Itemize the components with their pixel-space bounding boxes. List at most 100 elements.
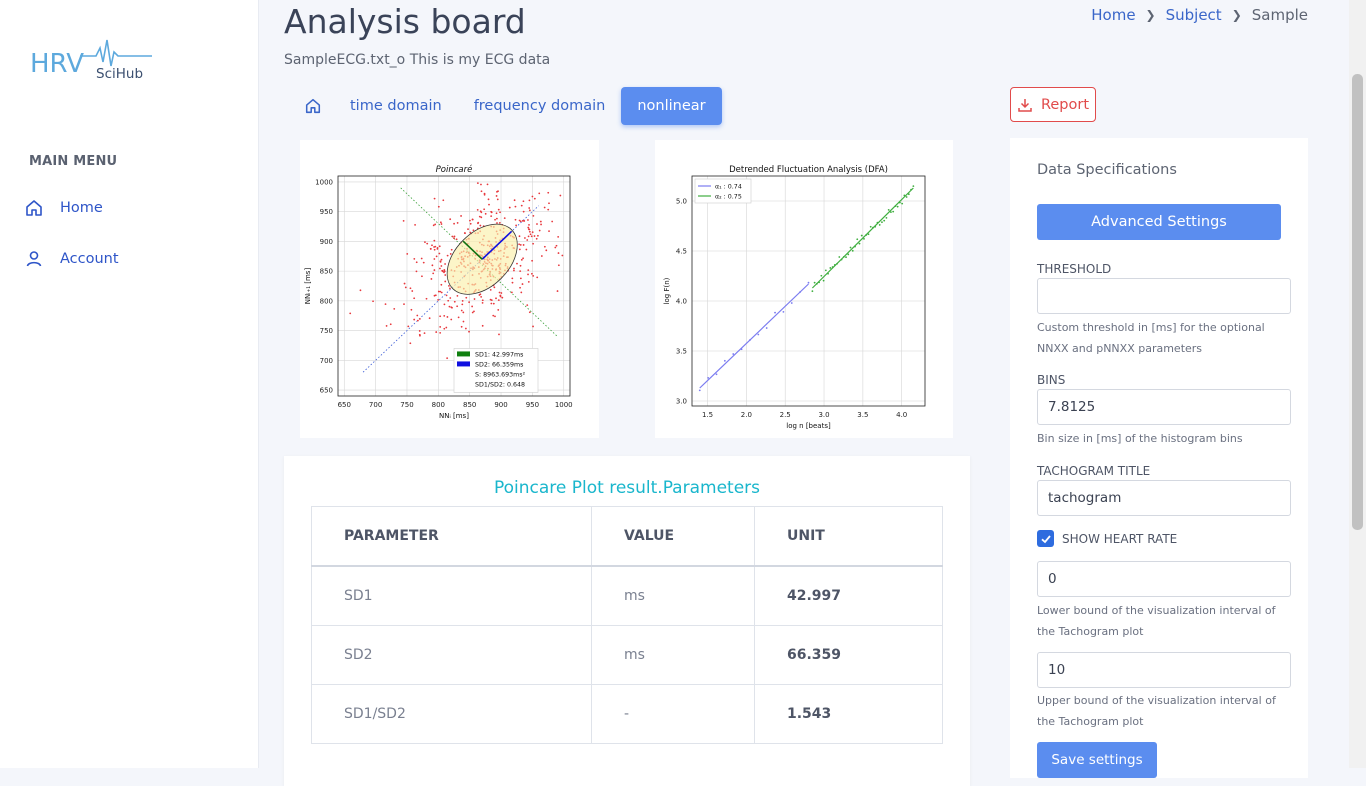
upper-bound-input[interactable] xyxy=(1037,652,1291,688)
tab-time-domain[interactable]: time domain xyxy=(334,87,458,125)
dfa-point xyxy=(901,202,904,205)
scrollbar-thumb[interactable] xyxy=(1352,74,1363,530)
scatter-point xyxy=(480,183,482,186)
scatter-point xyxy=(431,244,433,247)
dfa-point xyxy=(820,274,823,277)
header-unit: UNIT xyxy=(754,506,943,567)
scatter-point xyxy=(488,203,490,206)
breadcrumb-subject[interactable]: Subject xyxy=(1166,6,1222,24)
y-tick-label: 950 xyxy=(320,208,333,216)
x-axis-label: log n [beats] xyxy=(786,422,831,430)
scatter-point xyxy=(476,182,479,185)
scatter-point xyxy=(527,226,530,229)
scatter-point xyxy=(448,305,451,308)
dfa-point xyxy=(782,311,785,313)
scatter-point xyxy=(444,274,447,276)
scatter-point xyxy=(471,305,474,308)
dfa-point xyxy=(715,373,718,376)
scatter-point xyxy=(498,291,501,294)
scatter-point xyxy=(492,302,495,305)
x-tick-label: 2.0 xyxy=(741,411,752,419)
scatter-point xyxy=(527,280,530,283)
scatter-point xyxy=(536,223,538,225)
scatter-point xyxy=(499,295,502,298)
scatter-point xyxy=(503,217,506,219)
scatter-point xyxy=(447,299,450,302)
dfa-point xyxy=(790,302,793,304)
scatter-point xyxy=(520,291,523,294)
analysis-tabs: time domain frequency domain nonlinear xyxy=(292,87,722,125)
sidebar-item-label: Account xyxy=(60,251,119,267)
breadcrumb-home[interactable]: Home xyxy=(1091,6,1135,24)
scatter-point xyxy=(461,300,464,302)
scatter-point xyxy=(537,234,539,237)
tachogram-title-input[interactable] xyxy=(1037,480,1291,516)
save-settings-button[interactable]: Save settings xyxy=(1037,742,1157,778)
tab-home[interactable] xyxy=(292,87,334,125)
sidebar-item-account[interactable]: Account xyxy=(24,244,119,274)
scatter-point xyxy=(450,318,453,321)
show-heart-rate-checkbox[interactable] xyxy=(1037,530,1054,547)
dfa-point xyxy=(892,210,895,213)
threshold-input[interactable] xyxy=(1037,278,1291,314)
main-menu-title: MAIN MENU xyxy=(29,154,118,169)
scatter-point xyxy=(518,248,521,251)
x-tick-label: 1000 xyxy=(555,401,573,409)
scatter-point xyxy=(449,253,452,255)
scatter-point xyxy=(435,255,438,258)
scatter-point xyxy=(500,292,503,294)
dfa-point xyxy=(856,238,859,241)
scatter-point xyxy=(448,284,450,287)
scatter-point xyxy=(434,294,437,297)
advanced-settings-button[interactable]: Advanced Settings xyxy=(1037,204,1281,240)
scatter-point xyxy=(557,252,560,254)
scatter-point xyxy=(403,303,405,306)
legend-entry: S: 8963.693ms² xyxy=(475,371,526,378)
scatter-point xyxy=(439,267,441,270)
legend-swatch-sd1 xyxy=(457,351,470,357)
scatter-point xyxy=(514,205,517,208)
scatter-point xyxy=(450,248,453,251)
scatter-point xyxy=(540,223,542,226)
dfa-point xyxy=(896,205,899,208)
scatter-point xyxy=(468,301,470,304)
scatter-point xyxy=(385,325,388,327)
y-tick-label: 800 xyxy=(320,297,333,305)
scatter-point xyxy=(469,222,472,225)
tab-frequency-domain[interactable]: frequency domain xyxy=(458,87,622,125)
scatter-point xyxy=(481,301,484,304)
dfa-point xyxy=(858,242,861,245)
scatter-point xyxy=(442,270,444,273)
scatter-point xyxy=(416,314,419,317)
scatter-point xyxy=(372,300,374,303)
dfa-chart: Detrended Fluctuation Analysis (DFA) 1.5 2… xyxy=(663,165,926,430)
scatter-point xyxy=(548,230,550,232)
heartbeat-logo-icon xyxy=(80,39,152,67)
scatter-point xyxy=(521,283,524,285)
sidebar-item-home[interactable]: Home xyxy=(24,193,103,223)
scatter-point xyxy=(527,269,530,272)
scatter-point xyxy=(490,302,493,305)
bins-input[interactable] xyxy=(1037,389,1291,425)
checkmark-icon xyxy=(1040,534,1051,543)
scatter-point xyxy=(407,325,410,328)
y-tick-label: 3.0 xyxy=(676,398,687,406)
page-scrollbar[interactable] xyxy=(1349,0,1366,768)
scatter-point xyxy=(415,261,418,264)
x-tick-label: 850 xyxy=(463,401,476,409)
legend-entry: α₁ : 0.74 xyxy=(715,184,742,191)
scatter-point xyxy=(527,235,530,238)
scatter-point xyxy=(464,327,467,330)
dfa-point xyxy=(883,219,886,222)
lower-bound-input[interactable] xyxy=(1037,561,1291,597)
tab-nonlinear[interactable]: nonlinear xyxy=(621,87,722,125)
scatter-point xyxy=(540,255,543,257)
y-tick-label: 3.5 xyxy=(676,348,687,356)
app-logo[interactable]: HRV SciHub xyxy=(30,38,160,88)
report-button[interactable]: Report xyxy=(1010,87,1096,122)
scatter-point xyxy=(561,254,564,257)
chart-title: Detrended Fluctuation Analysis (DFA) xyxy=(729,165,888,175)
scatter-point xyxy=(484,212,487,215)
logo-text-main: HRV xyxy=(30,49,84,79)
dfa-point xyxy=(849,246,852,249)
